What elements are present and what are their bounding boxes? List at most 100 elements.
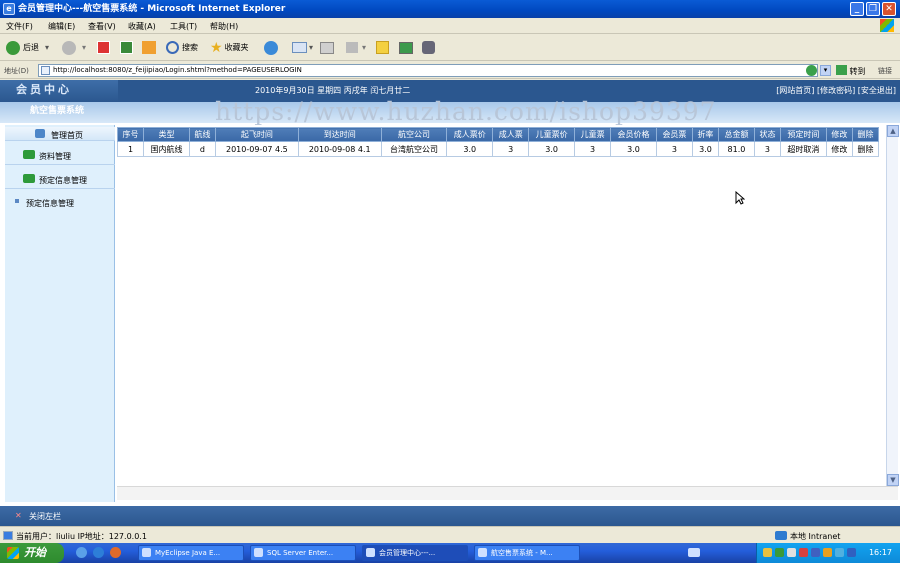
folder-icon bbox=[23, 174, 35, 183]
system-tray: 16:17 bbox=[756, 543, 900, 563]
home-icon bbox=[35, 129, 45, 138]
scroll-up-icon[interactable]: ▲ bbox=[887, 125, 899, 137]
close-button[interactable]: ✕ bbox=[882, 2, 896, 16]
menu-file[interactable]: 文件(F) bbox=[6, 21, 33, 32]
header-links[interactable]: [网站首页] [修改密码] [安全退出] bbox=[776, 85, 896, 96]
favorites-button[interactable]: ★ 收藏夹 bbox=[210, 39, 249, 56]
browser-toolbar: 后退 ▾ ▾ 搜索 ★ 收藏夹 ▾ ▾ bbox=[0, 34, 900, 61]
sidebar-item-profile[interactable]: 资料管理 bbox=[5, 145, 115, 165]
search-button[interactable]: 搜索 bbox=[166, 39, 198, 56]
cell-adult-price: 3.0 bbox=[446, 141, 494, 157]
sidebar-subitem-booking[interactable]: 预定信息管理 bbox=[5, 195, 115, 209]
forward-button[interactable]: ▾ bbox=[62, 39, 86, 56]
tray-icon[interactable] bbox=[799, 548, 808, 557]
restore-button[interactable]: ❐ bbox=[866, 2, 880, 16]
mail-icon bbox=[292, 42, 307, 53]
home-button[interactable] bbox=[142, 39, 156, 56]
col-header: 儿童票价 bbox=[528, 127, 576, 142]
sidebar-title-label: 管理首页 bbox=[51, 131, 83, 140]
tray-icon[interactable] bbox=[811, 548, 820, 557]
task-label: 会员管理中心---... bbox=[379, 549, 436, 557]
tray-icon[interactable] bbox=[763, 548, 772, 557]
horizontal-scrollbar[interactable] bbox=[117, 486, 898, 500]
sidebar-item-label: 预定信息管理 bbox=[39, 176, 87, 185]
desktop-icon[interactable] bbox=[76, 547, 87, 558]
minimize-button[interactable]: _ bbox=[850, 2, 864, 16]
history-icon bbox=[264, 40, 278, 55]
sqlserver-icon bbox=[254, 548, 263, 557]
ie-icon: e bbox=[3, 3, 15, 15]
cell-discount: 3.0 bbox=[691, 141, 719, 157]
delete-link[interactable]: 删除 bbox=[851, 141, 880, 157]
edit-link[interactable]: 修改 bbox=[825, 141, 853, 157]
address-bar: 地址(D) http://localhost:8080/z_feijipiao/… bbox=[0, 62, 900, 79]
edit-button[interactable]: ▾ bbox=[346, 39, 366, 56]
col-header: 起飞时间 bbox=[214, 127, 299, 142]
mail-button[interactable]: ▾ bbox=[292, 39, 313, 56]
tray-icon[interactable] bbox=[847, 548, 856, 557]
col-header: 类型 bbox=[143, 127, 190, 142]
task-ticket-system[interactable]: 航空售票系统 - M... bbox=[474, 545, 580, 561]
tray-icon[interactable] bbox=[835, 548, 844, 557]
cell-arrive-time: 2010-09-08 4.1 bbox=[297, 141, 382, 157]
tray-icon[interactable] bbox=[823, 548, 832, 557]
messenger-button[interactable] bbox=[422, 39, 435, 56]
task-member-center[interactable]: 会员管理中心---... bbox=[362, 545, 468, 561]
page-icon bbox=[41, 66, 50, 75]
col-header: 修改 bbox=[825, 127, 853, 142]
col-header: 航空公司 bbox=[380, 127, 448, 142]
stop-button[interactable] bbox=[97, 39, 110, 56]
start-button[interactable]: 开始 bbox=[0, 543, 64, 563]
sidebar-title[interactable]: 管理首页 bbox=[5, 127, 115, 141]
intranet-icon bbox=[775, 531, 787, 540]
col-header: 儿童票 bbox=[574, 127, 612, 142]
tray-icon[interactable] bbox=[787, 548, 796, 557]
discuss-button[interactable] bbox=[376, 39, 389, 56]
print-button[interactable] bbox=[320, 39, 334, 56]
window-title: 会员管理中心---航空售票系统 - Microsoft Internet Exp… bbox=[18, 4, 286, 14]
menu-edit[interactable]: 编辑(E) bbox=[48, 21, 75, 32]
col-header: 到达时间 bbox=[297, 127, 382, 142]
col-header: 成人票 bbox=[492, 127, 530, 142]
links-button[interactable]: 链接 bbox=[878, 66, 892, 76]
menu-help[interactable]: 帮助(H) bbox=[210, 21, 238, 32]
scroll-down-icon[interactable]: ▼ bbox=[887, 474, 899, 486]
cell-total: 81.0 bbox=[717, 141, 755, 157]
language-icon[interactable] bbox=[688, 548, 700, 557]
media-button[interactable] bbox=[399, 39, 413, 56]
start-label: 开始 bbox=[24, 546, 46, 559]
go-button[interactable]: 转到 bbox=[836, 65, 866, 77]
col-header: 删除 bbox=[851, 127, 880, 142]
address-dropdown-icon[interactable]: ▾ bbox=[820, 65, 831, 76]
menu-favorites[interactable]: 收藏(A) bbox=[128, 21, 156, 32]
close-sidebar-icon[interactable]: ✕ bbox=[15, 511, 22, 520]
refresh-button[interactable] bbox=[120, 39, 133, 56]
sidebar-item-label: 资料管理 bbox=[39, 152, 71, 161]
go-label: 转到 bbox=[849, 67, 866, 76]
back-label: 后退 bbox=[23, 43, 39, 52]
sidebar-subitem-label: 预定信息管理 bbox=[26, 199, 74, 208]
messenger-icon bbox=[422, 41, 435, 54]
menu-tools[interactable]: 工具(T) bbox=[170, 21, 197, 32]
task-label: MyEclipse Java E... bbox=[155, 549, 221, 557]
task-myeclipse[interactable]: MyEclipse Java E... bbox=[138, 545, 244, 561]
back-arrow-icon bbox=[6, 40, 20, 55]
firefox-icon[interactable] bbox=[110, 547, 121, 558]
address-input[interactable]: http://localhost:8080/z_feijipiao/Login.… bbox=[38, 64, 818, 77]
tray-icon[interactable] bbox=[775, 548, 784, 557]
page-footer: ✕ 关闭左栏 bbox=[0, 506, 900, 526]
back-button[interactable]: 后退 ▾ bbox=[6, 39, 49, 56]
browser-statusbar: 当前用户：liuliu IP地址：127.0.0.1 本地 Intranet bbox=[0, 526, 900, 543]
sidebar-item-booking[interactable]: 预定信息管理 bbox=[5, 169, 115, 189]
address-url: http://localhost:8080/z_feijipiao/Login.… bbox=[53, 66, 302, 74]
menu-view[interactable]: 查看(V) bbox=[88, 21, 116, 32]
vertical-scrollbar[interactable]: ▲ ▼ bbox=[886, 125, 899, 486]
col-header: 预定时间 bbox=[779, 127, 827, 142]
task-sqlserver[interactable]: SQL Server Enter... bbox=[250, 545, 356, 561]
ie-quicklaunch-icon[interactable] bbox=[93, 547, 104, 558]
go-arrow-icon bbox=[836, 65, 847, 75]
history-button[interactable] bbox=[264, 39, 278, 56]
cell-status: 3 bbox=[753, 141, 781, 157]
cell-type: 国内航线 bbox=[143, 141, 190, 157]
close-sidebar-link[interactable]: 关闭左栏 bbox=[29, 511, 61, 522]
